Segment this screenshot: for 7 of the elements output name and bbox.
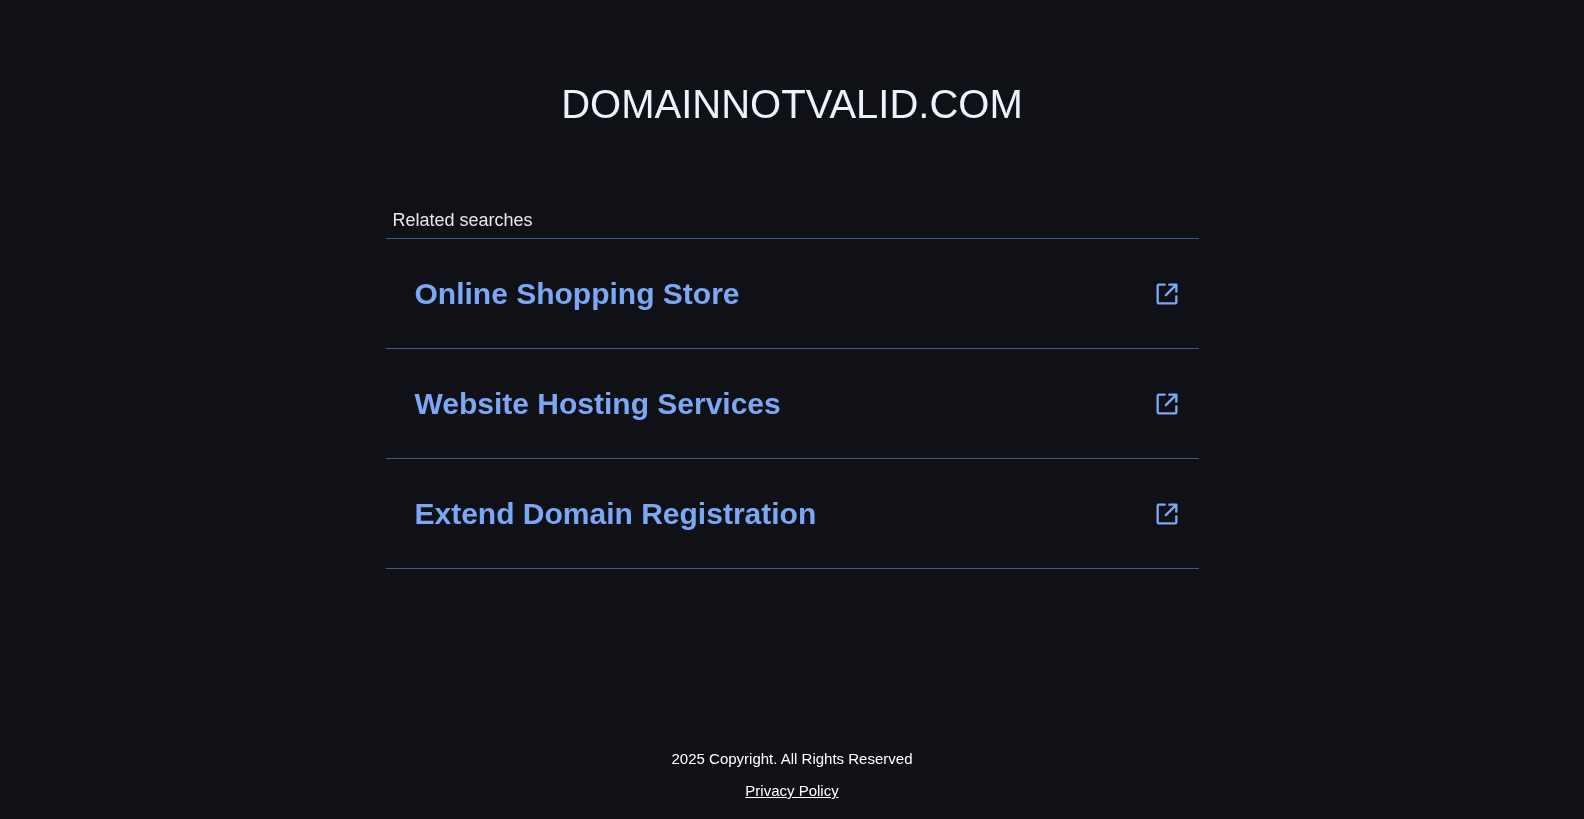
section-heading: Related searches xyxy=(391,209,533,232)
search-link[interactable]: Extend Domain Registration xyxy=(414,491,817,536)
site-title: DOMAINNOTVALID.COM xyxy=(561,81,1023,128)
copyright-text: 2025 Copyright. All Rights Reserved xyxy=(671,749,913,769)
search-link[interactable]: Website Hosting Services xyxy=(414,381,781,426)
search-link[interactable]: Online Shopping Store xyxy=(414,271,740,316)
privacy-policy-link[interactable]: Privacy Policy xyxy=(745,781,839,801)
